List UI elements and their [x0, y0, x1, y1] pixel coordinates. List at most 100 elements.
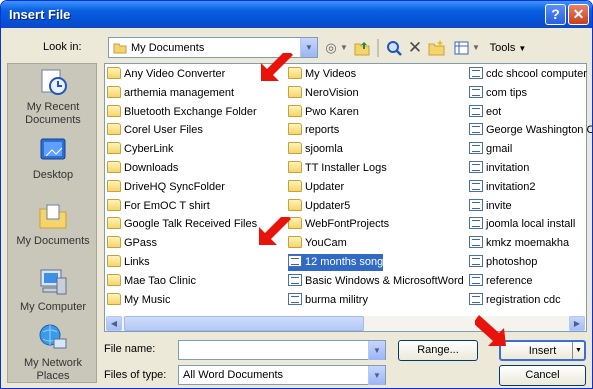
document-item[interactable]: com tips — [469, 85, 527, 102]
document-item[interactable]: invitation2 — [469, 179, 536, 196]
folder-icon — [288, 104, 302, 117]
document-item[interactable]: 12 months song — [288, 254, 384, 271]
range-button[interactable]: Range... — [398, 340, 478, 361]
folder-item[interactable]: Pwo Karen — [288, 104, 359, 121]
place-my-recent-documents[interactable]: My Recent Documents — [8, 66, 98, 127]
word-document-icon — [469, 85, 483, 98]
document-item[interactable]: registration cdc — [469, 292, 561, 309]
folder-item[interactable]: YouCam — [288, 235, 347, 252]
folder-item[interactable]: Updater5 — [288, 198, 350, 215]
folder-icon — [288, 123, 302, 136]
folder-item[interactable]: NeroVision — [288, 85, 359, 102]
folder-icon — [107, 217, 121, 230]
document-item[interactable]: gmail — [469, 141, 512, 158]
folder-item[interactable]: Mae Tao Clinic — [107, 273, 196, 290]
file-type-select[interactable]: All Word Documents ▼ — [178, 365, 386, 385]
look-in-label: Look in: — [43, 41, 82, 53]
help-button[interactable]: ? — [545, 4, 566, 25]
item-label: reports — [305, 124, 340, 137]
document-item[interactable]: George Washington C — [469, 122, 592, 139]
folder-item[interactable]: WebFontProjects — [288, 216, 389, 233]
insert-label: Insert — [528, 345, 557, 357]
place-label: My Recent Documents — [25, 101, 81, 126]
folder-item[interactable]: sjoomla — [288, 141, 343, 158]
document-item[interactable]: Basic Windows & MicrosoftWord — [288, 273, 464, 290]
search-web-icon[interactable] — [385, 38, 403, 58]
place-label: Desktop — [32, 169, 74, 181]
folder-item[interactable]: CyberLink — [107, 141, 174, 158]
item-label: registration cdc — [486, 293, 561, 306]
place-my-network-places[interactable]: My Network Places — [8, 322, 98, 383]
folder-item[interactable]: TT Installer Logs — [288, 160, 387, 177]
folder-item[interactable]: Corel User Files — [107, 122, 203, 139]
insert-file-dialog: Insert File ? ✕ Look in: My Documents ▼ … — [0, 0, 593, 389]
folder-item[interactable]: arthemia management — [107, 85, 234, 102]
place-my-computer[interactable]: My Computer — [8, 266, 98, 314]
scroll-left-icon[interactable]: ◀ — [106, 316, 122, 331]
item-label: YouCam — [305, 237, 347, 250]
cancel-button[interactable]: Cancel — [499, 365, 586, 386]
chevron-down-icon[interactable]: ▼ — [300, 38, 317, 57]
folder-item[interactable]: Links — [107, 254, 150, 271]
document-item[interactable]: invitation — [469, 160, 529, 177]
file-name-input[interactable]: ▼ — [178, 340, 386, 360]
back-icon[interactable]: ◎ — [323, 38, 339, 58]
scroll-thumb[interactable] — [124, 316, 364, 331]
item-label: burma militry — [305, 293, 368, 306]
scroll-right-icon[interactable]: ▶ — [569, 316, 585, 331]
chevron-down-icon[interactable]: ▼ — [368, 366, 385, 385]
back-dropdown-icon[interactable]: ▼ — [339, 38, 349, 58]
document-item[interactable]: invite — [469, 198, 512, 215]
folder-item[interactable]: Google Talk Received Files — [107, 216, 257, 233]
item-label: WebFontProjects — [305, 218, 390, 231]
folder-item[interactable]: Bluetooth Exchange Folder — [107, 104, 257, 121]
views-dropdown-icon[interactable]: ▼ — [471, 38, 481, 58]
folder-item[interactable]: Downloads — [107, 160, 178, 177]
folder-icon — [288, 161, 302, 173]
item-label: Links — [124, 256, 150, 268]
folder-item[interactable]: My Music — [107, 292, 170, 309]
annotation-arrow — [261, 53, 293, 81]
folder-item[interactable]: Updater — [288, 179, 344, 196]
item-label: eot — [486, 105, 502, 118]
document-item[interactable]: burma militry — [288, 292, 368, 309]
folder-item[interactable]: reports — [288, 122, 339, 139]
word-document-icon — [469, 104, 483, 117]
up-folder-icon[interactable] — [353, 38, 371, 58]
item-label: Bluetooth Exchange Folder — [124, 105, 257, 118]
item-label: reference — [486, 274, 533, 287]
insert-dropdown-icon[interactable]: ▼ — [572, 342, 584, 359]
document-item[interactable]: photoshop — [469, 254, 537, 271]
views-icon[interactable] — [453, 38, 471, 58]
document-item[interactable]: cdc shcool computer — [469, 66, 587, 83]
file-list[interactable]: Any Video Converter arthemia management Bl… — [104, 63, 592, 332]
document-item[interactable]: reference — [469, 273, 532, 290]
network-places-icon — [39, 324, 67, 349]
document-item[interactable]: eot — [469, 104, 501, 121]
folder-icon — [107, 179, 121, 192]
folder-item[interactable]: DriveHQ SyncFolder — [107, 179, 225, 196]
delete-icon[interactable]: ✕ — [406, 38, 424, 58]
word-document-icon — [469, 236, 483, 249]
document-item[interactable]: kmkz moemakha — [469, 235, 569, 252]
folder-item[interactable]: My Videos — [288, 66, 356, 83]
close-button[interactable]: ✕ — [568, 4, 589, 25]
folder-icon — [107, 292, 121, 305]
folder-icon — [107, 255, 121, 267]
place-label: My Documents — [16, 235, 90, 247]
tools-label: Tools — [489, 42, 516, 54]
folder-icon — [107, 161, 121, 173]
chevron-down-icon[interactable]: ▼ — [368, 341, 385, 360]
word-document-icon — [288, 292, 302, 305]
place-my-documents[interactable]: My Documents — [8, 200, 98, 248]
word-document-icon — [469, 142, 483, 155]
place-desktop[interactable]: Desktop — [8, 134, 98, 182]
new-folder-icon[interactable] — [427, 38, 447, 58]
word-document-icon — [469, 198, 483, 211]
word-document-icon — [288, 255, 302, 267]
folder-item[interactable]: For EmOC T shirt — [107, 198, 210, 215]
document-item[interactable]: joomla local install — [469, 216, 575, 233]
folder-item[interactable]: GPass — [107, 235, 157, 252]
tools-menu[interactable]: Tools ▼ — [488, 38, 528, 58]
folder-item[interactable]: Any Video Converter — [107, 66, 225, 83]
